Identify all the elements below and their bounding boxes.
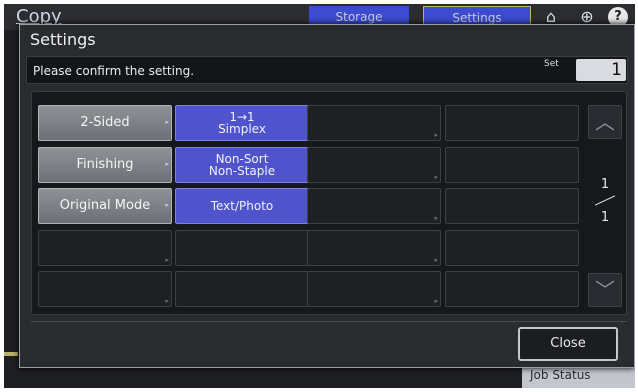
empty-setting-slot: ▸	[38, 230, 172, 266]
message-text: Please confirm the setting.	[33, 64, 195, 78]
corner-arrow-icon: ▸	[165, 297, 169, 305]
setting-label: Original Mode	[59, 198, 151, 213]
corner-arrow-icon: ▸	[434, 173, 438, 181]
chevron-down-icon: ﹀	[595, 278, 615, 302]
empty-setting-slot: ▸	[307, 105, 441, 141]
footer-divider	[31, 321, 627, 322]
settings-dialog: Settings Please confirm the setting. Set…	[19, 24, 635, 368]
settings-list-panel: 2-Sided ▸ 1→1 Simplex Finishing ▸ Non-So…	[31, 91, 627, 315]
close-button[interactable]: Close	[518, 327, 618, 361]
setting-button-finishing[interactable]: Finishing ▸	[38, 147, 172, 183]
message-bar: Please confirm the setting. Set 1	[26, 56, 628, 84]
empty-setting-slot: ▸	[307, 188, 441, 224]
empty-value-slot	[445, 105, 579, 141]
empty-value-slot	[445, 230, 579, 266]
setting-label: 2-Sided	[80, 115, 130, 130]
scroll-up-button[interactable]: ︿	[588, 105, 622, 139]
corner-arrow-icon: ▸	[165, 201, 169, 209]
background-indicator	[4, 352, 18, 356]
dialog-title: Settings	[30, 30, 96, 49]
set-count: 1	[576, 59, 626, 81]
page-current: 1	[600, 177, 610, 192]
value-line-2: Simplex	[218, 122, 266, 136]
empty-value-slot	[445, 188, 579, 224]
page-divider	[594, 195, 616, 206]
corner-arrow-icon: ▸	[165, 160, 169, 168]
value-line-2: Non-Staple	[208, 164, 276, 178]
corner-arrow-icon: ▸	[434, 256, 438, 264]
corner-arrow-icon: ▸	[434, 214, 438, 222]
empty-value-slot	[175, 271, 309, 307]
corner-arrow-icon: ▸	[165, 118, 169, 126]
setting-button-2-sided[interactable]: 2-Sided ▸	[38, 105, 172, 141]
empty-value-slot	[445, 147, 579, 183]
setting-label: Finishing	[76, 157, 134, 172]
value-line-1: Text/Photo	[210, 199, 274, 213]
empty-setting-slot: ▸	[307, 147, 441, 183]
empty-setting-slot: ▸	[38, 271, 172, 307]
corner-arrow-icon: ▸	[165, 256, 169, 264]
empty-setting-slot: ▸	[307, 230, 441, 266]
set-label: Set	[544, 59, 559, 69]
chevron-up-icon: ︿	[595, 110, 615, 134]
empty-value-slot	[175, 230, 309, 266]
corner-arrow-icon: ▸	[434, 297, 438, 305]
scroll-down-button[interactable]: ﹀	[588, 273, 622, 307]
setting-value-original-mode: Text/Photo	[175, 188, 309, 224]
page-total: 1	[600, 210, 610, 225]
corner-arrow-icon: ▸	[434, 131, 438, 139]
setting-value-finishing: Non-Sort Non-Staple	[175, 147, 309, 183]
empty-value-slot	[445, 271, 579, 307]
empty-setting-slot: ▸	[307, 271, 441, 307]
setting-button-original-mode[interactable]: Original Mode ▸	[38, 188, 172, 224]
copy-screen: Copy Storage Settings ⌂ ⊕ ? Job Status S…	[4, 4, 635, 388]
setting-value-2-sided: 1→1 Simplex	[175, 105, 309, 141]
